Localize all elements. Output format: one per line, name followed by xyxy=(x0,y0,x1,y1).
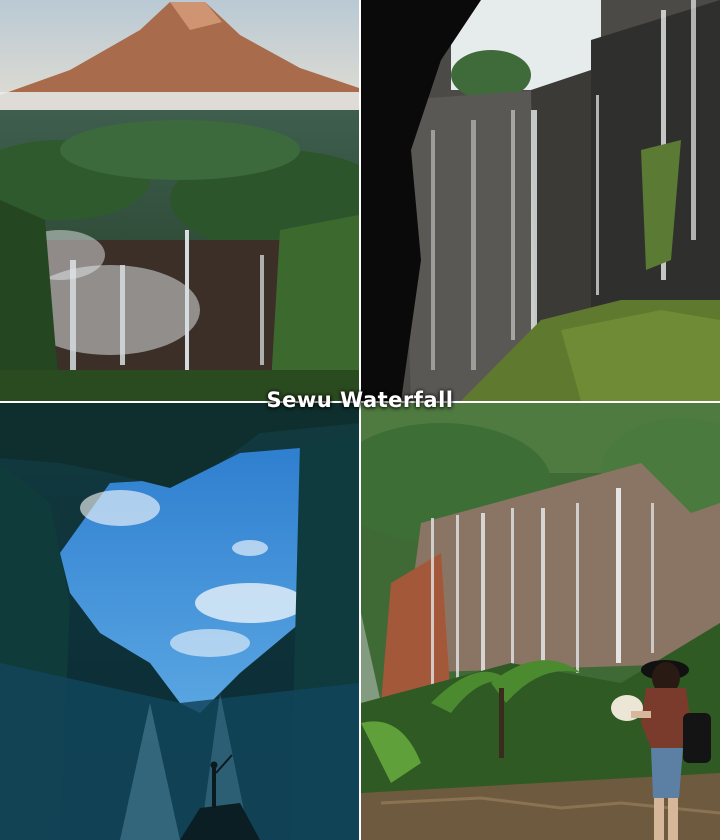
collage-divider-horizontal xyxy=(0,401,720,403)
photo-hiker-view xyxy=(361,403,720,840)
hiker-view-image xyxy=(361,403,720,840)
photo-collage: Sewu Waterfall xyxy=(0,0,720,840)
collage-divider-vertical xyxy=(359,0,361,840)
photo-heart-cave xyxy=(0,403,359,840)
cliff-falls-image xyxy=(361,0,720,401)
photo-cliff-falls xyxy=(361,0,720,401)
volcano-valley-image xyxy=(0,0,359,401)
photo-volcano-valley xyxy=(0,0,359,401)
heart-cave-image xyxy=(0,403,359,840)
